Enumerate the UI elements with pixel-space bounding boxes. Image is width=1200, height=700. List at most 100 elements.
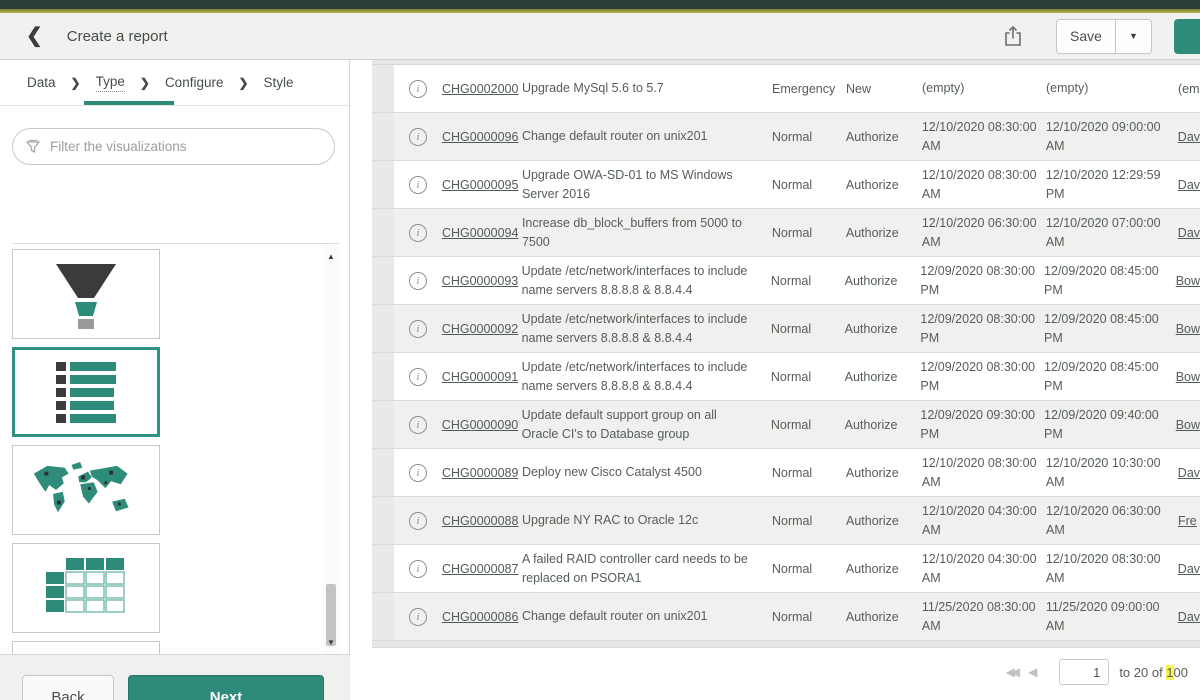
change-number-cell: CHG0000086: [442, 610, 522, 624]
change-number-link[interactable]: CHG0000087: [442, 562, 518, 576]
info-icon[interactable]: i: [409, 80, 427, 98]
assignee-cell: Dav: [1178, 130, 1200, 144]
share-button[interactable]: [996, 19, 1030, 53]
scroll-down-icon[interactable]: ▼: [323, 634, 339, 650]
description-cell: Increase db_block_buffers from 5000 to 7…: [522, 214, 772, 250]
assignee-link[interactable]: (em: [1178, 82, 1200, 96]
scroll-up-icon[interactable]: ▲: [323, 248, 339, 264]
first-page-icon[interactable]: ◀◀: [1006, 665, 1016, 679]
change-number-cell: CHG0000096: [442, 130, 522, 144]
filter-field[interactable]: [12, 128, 335, 165]
browser-top-bar: [0, 0, 1200, 9]
change-number-link[interactable]: CHG0000094: [442, 226, 518, 240]
sidebar-scrollbar[interactable]: ▲ ▼: [323, 244, 339, 654]
assignee-link[interactable]: Dav: [1178, 178, 1200, 192]
state-cell: Authorize: [845, 274, 921, 288]
state-cell: Authorize: [846, 226, 922, 240]
priority-cell: Emergency: [772, 82, 846, 96]
end-date-cell: 11/25/2020 09:00:00 AM: [1046, 598, 1172, 634]
info-icon[interactable]: i: [409, 368, 427, 386]
state-cell: Authorize: [846, 130, 922, 144]
info-icon[interactable]: i: [409, 272, 427, 290]
filter-input[interactable]: [50, 139, 322, 154]
state-cell: Authorize: [846, 562, 922, 576]
assignee-link[interactable]: Bow: [1176, 370, 1200, 384]
save-dropdown-button[interactable]: ▼: [1116, 19, 1152, 54]
change-number-cell: CHG0000089: [442, 466, 522, 480]
assignee-link[interactable]: Dav: [1178, 610, 1200, 624]
next-button[interactable]: Next: [128, 675, 324, 700]
end-date-cell: 12/10/2020 09:00:00 AM: [1046, 118, 1172, 154]
end-date-cell: 12/10/2020 06:30:00 AM: [1046, 502, 1172, 538]
change-number-cell: CHG0000092: [442, 322, 522, 336]
pagination-range-text: to 20 of 100: [1119, 665, 1188, 680]
row-info-cell: i: [394, 80, 442, 98]
table-row: i CHG0002000 Upgrade MySql 5.6 to 5.7 Em…: [372, 65, 1200, 113]
breadcrumb-step-style[interactable]: Style: [264, 75, 294, 90]
start-date-cell: 12/09/2020 08:30:00 PM: [920, 358, 1044, 394]
table-row: i CHG0000086 Change default router on un…: [372, 593, 1200, 641]
info-icon[interactable]: i: [409, 608, 427, 626]
change-number-link[interactable]: CHG0000086: [442, 610, 518, 624]
assignee-link[interactable]: Bow: [1176, 274, 1200, 288]
change-number-cell: CHG0000095: [442, 178, 522, 192]
page-number-input[interactable]: [1059, 659, 1109, 685]
table-row: i CHG0000096 Change default router on un…: [372, 113, 1200, 161]
info-icon[interactable]: i: [409, 128, 427, 146]
priority-cell: Normal: [772, 466, 846, 480]
next-row-remnant: [372, 641, 1200, 648]
breadcrumb-step-type[interactable]: Type: [96, 74, 125, 92]
description-cell: Update /etc/network/interfaces to includ…: [522, 358, 771, 394]
assignee-link[interactable]: Bow: [1176, 418, 1200, 432]
info-icon[interactable]: i: [409, 320, 427, 338]
viz-thumbnail-funnel[interactable]: [12, 249, 160, 339]
change-number-link[interactable]: CHG0002000: [442, 82, 518, 96]
viz-thumbnail-map[interactable]: [12, 445, 160, 535]
assignee-link[interactable]: Dav: [1178, 562, 1200, 576]
end-date-cell: 12/09/2020 09:40:00 PM: [1044, 406, 1170, 442]
info-icon[interactable]: i: [409, 512, 427, 530]
back-icon[interactable]: ❮: [26, 26, 43, 46]
info-icon[interactable]: i: [409, 560, 427, 578]
assignee-cell: Dav: [1178, 610, 1200, 624]
back-button[interactable]: Back: [22, 675, 114, 700]
info-icon[interactable]: i: [409, 176, 427, 194]
start-date-cell: 12/10/2020 08:30:00 AM: [922, 118, 1046, 154]
breadcrumb-step-data[interactable]: Data: [27, 75, 56, 90]
state-cell: Authorize: [845, 418, 921, 432]
state-cell: Authorize: [846, 178, 922, 192]
breadcrumb-step-configure[interactable]: Configure: [165, 75, 224, 90]
info-icon[interactable]: i: [409, 224, 427, 242]
assignee-cell: Fre: [1178, 514, 1197, 528]
run-button-clipped[interactable]: [1174, 19, 1200, 54]
start-date-cell: 11/25/2020 08:30:00 AM: [922, 598, 1046, 634]
viz-thumbnail-pivot[interactable]: [12, 543, 160, 633]
change-number-link[interactable]: CHG0000088: [442, 514, 518, 528]
priority-cell: Normal: [771, 418, 845, 432]
info-icon[interactable]: i: [409, 416, 427, 434]
assignee-link[interactable]: Dav: [1178, 130, 1200, 144]
state-cell: Authorize: [846, 610, 922, 624]
priority-cell: Normal: [771, 370, 845, 384]
screen: ❮ Create a report Save ▼ Data: [0, 0, 1200, 700]
change-number-link[interactable]: CHG0000091: [442, 370, 518, 384]
assignee-link[interactable]: Dav: [1178, 226, 1200, 240]
change-number-link[interactable]: CHG0000093: [442, 274, 518, 288]
viz-thumbnail-pyramid[interactable]: [12, 641, 160, 654]
change-number-link[interactable]: CHG0000095: [442, 178, 518, 192]
save-button[interactable]: Save: [1056, 19, 1116, 54]
viz-thumbnail-list[interactable]: [12, 347, 160, 437]
info-icon[interactable]: i: [409, 464, 427, 482]
change-number-link[interactable]: CHG0000092: [442, 322, 518, 336]
change-number-link[interactable]: CHG0000089: [442, 466, 518, 480]
previous-page-icon[interactable]: ◀: [1028, 665, 1037, 679]
sidebar: Data ❯ Type ❯ Configure ❯ Style: [0, 60, 350, 700]
priority-cell: Normal: [772, 130, 846, 144]
save-split-button: Save ▼: [1056, 19, 1152, 54]
assignee-link[interactable]: Bow: [1176, 322, 1200, 336]
change-number-cell: CHG0000087: [442, 562, 522, 576]
assignee-link[interactable]: Dav: [1178, 466, 1200, 480]
assignee-link[interactable]: Fre: [1178, 514, 1197, 528]
change-number-link[interactable]: CHG0000090: [442, 418, 518, 432]
change-number-link[interactable]: CHG0000096: [442, 130, 518, 144]
